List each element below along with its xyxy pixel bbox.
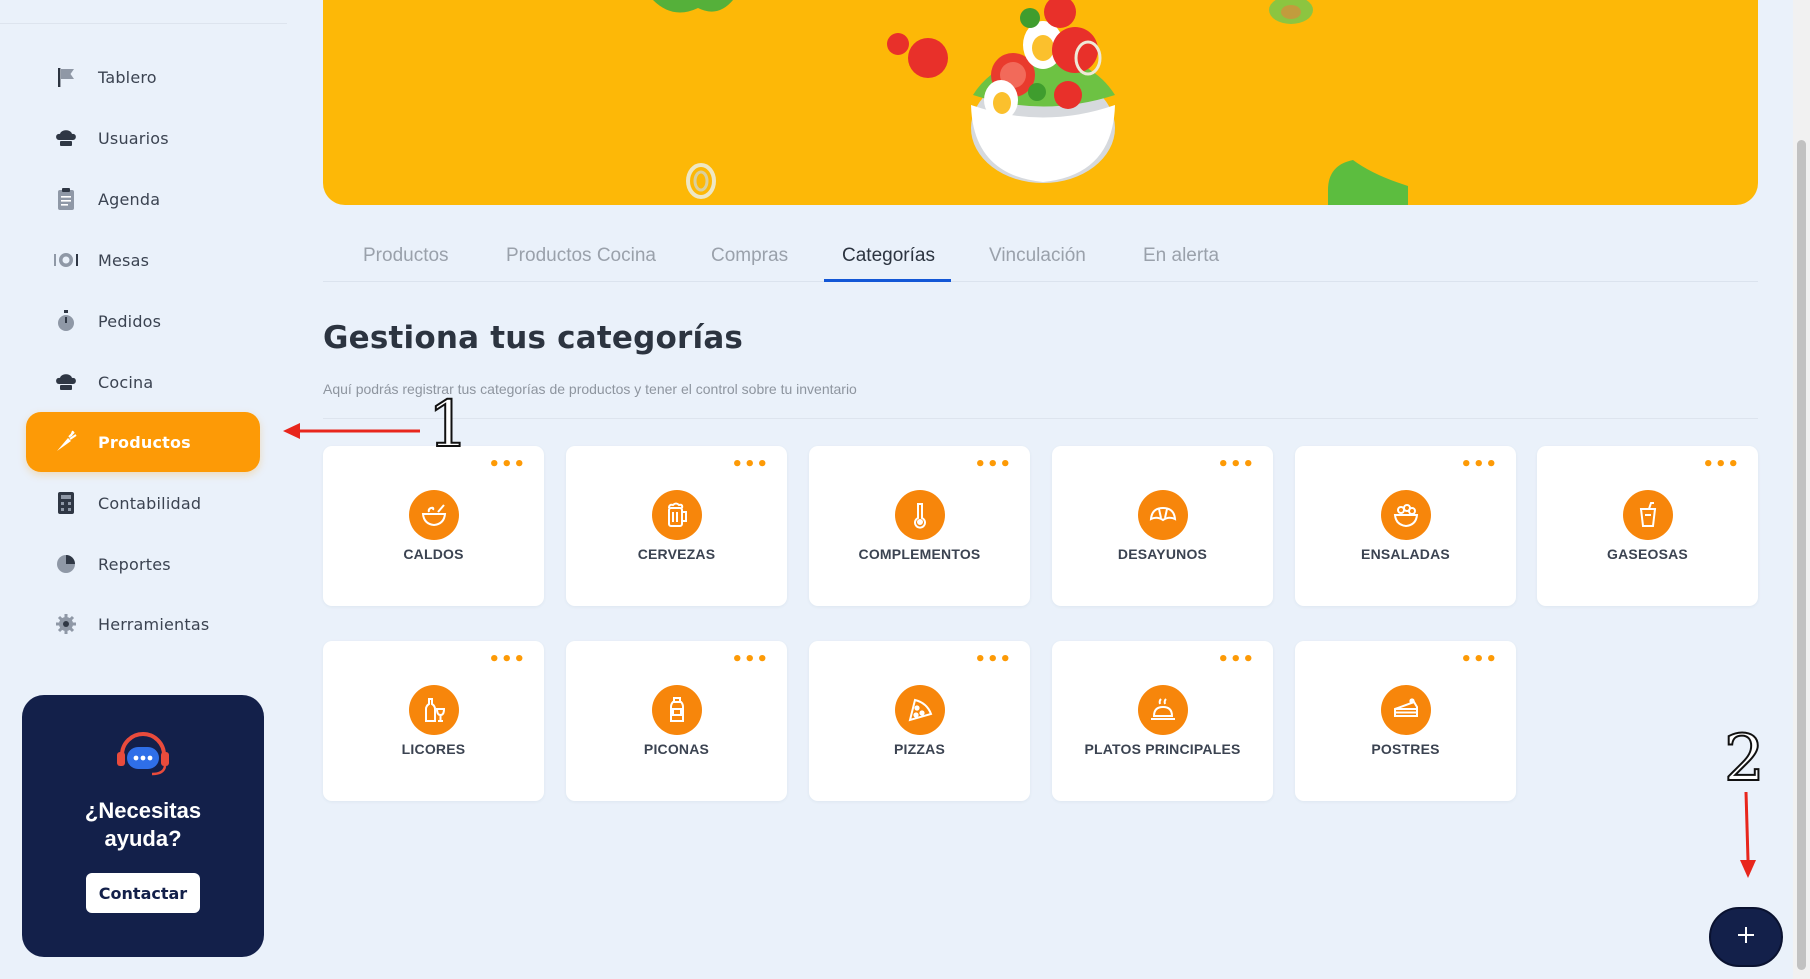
annotation-step-1: 1 bbox=[427, 388, 470, 462]
annotation-arrow-1 bbox=[283, 423, 420, 439]
annotation-arrows bbox=[283, 423, 1756, 878]
annotation-step-2: 2 bbox=[1723, 722, 1766, 796]
annotation-arrow-2 bbox=[1740, 791, 1756, 878]
